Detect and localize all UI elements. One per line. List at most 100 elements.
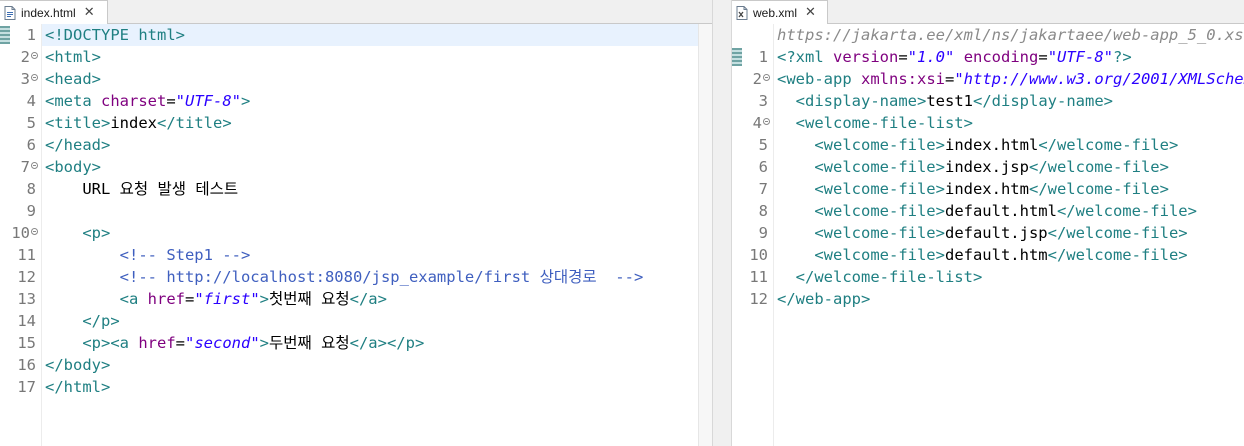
code-line-6[interactable]: 6 <welcome-file>index.jsp</welcome-file> (732, 156, 1244, 178)
line-number: 13 (17, 290, 36, 308)
code-line-2[interactable]: 2 <html> (0, 46, 698, 68)
code-line-14[interactable]: 14 </p> (0, 310, 698, 332)
tab-label: index.html (21, 5, 76, 20)
line-number: 12 (17, 268, 36, 286)
html-file-icon (4, 5, 16, 20)
code-token: <title> (45, 114, 111, 132)
code-line-8[interactable]: 8 URL 요청 발생 테스트 (0, 178, 698, 200)
code-line-10[interactable]: 10 <welcome-file>default.htm</welcome-fi… (732, 244, 1244, 266)
code-line-7[interactable]: 7 <welcome-file>index.htm</welcome-file> (732, 178, 1244, 200)
code-text: <meta charset="UTF-8"> (45, 90, 250, 112)
code-line-1[interactable]: 1 <!DOCTYPE html> (0, 24, 698, 46)
tab-index-html[interactable]: index.html ✕ (0, 0, 108, 24)
code-token: index (110, 114, 157, 132)
code-token: test1 (926, 92, 973, 110)
code-line-13[interactable]: 13 <a href="first">첫번째 요청</a> (0, 288, 698, 310)
code-token: </welcome-file> (1028, 180, 1169, 198)
code-line-10[interactable]: 10 <p> (0, 222, 698, 244)
code-token: <body> (45, 158, 101, 176)
code-line-9[interactable]: 9 <welcome-file>default.jsp</welcome-fil… (732, 222, 1244, 244)
code-line-5[interactable]: 5 <welcome-file>index.html</welcome-file… (732, 134, 1244, 156)
code-token: > (259, 290, 269, 308)
code-line-2[interactable]: 2 <web-app xmlns:xsi="http://www.w3.org/2… (732, 68, 1244, 90)
fold-minus-icon[interactable] (31, 228, 38, 235)
code-token: default.html (944, 202, 1057, 220)
code-text: <welcome-file>index.htm</welcome-file> (777, 178, 1169, 200)
code-token: <p> (82, 224, 111, 242)
code-line-4[interactable]: 4 <welcome-file-list> (732, 112, 1244, 134)
pane-splitter[interactable] (712, 0, 732, 446)
code-token: <welcome-file> (814, 202, 945, 220)
code-token: "second" (185, 334, 260, 352)
code-line-12[interactable]: 12 <!-- http://localhost:8080/jsp_exampl… (0, 266, 698, 288)
code-line-8[interactable]: 8 <welcome-file>default.html</welcome-fi… (732, 200, 1244, 222)
code-token: "http://www.w3.org/2001/XMLSchema-instan… (954, 70, 1244, 88)
fold-minus-icon[interactable] (763, 74, 770, 81)
code-token: "first" (194, 290, 260, 308)
code-line-3[interactable]: 3 <head> (0, 68, 698, 90)
code-token: ?> (1113, 48, 1132, 66)
code-line-16[interactable]: 16 </body> (0, 354, 698, 376)
code-editor-index-html[interactable]: 1 <!DOCTYPE html> 2 <html> 3 <head> 4 <meta cha… (0, 24, 698, 446)
vertical-scrollbar[interactable] (698, 24, 712, 446)
line-number: 2 (752, 70, 762, 88)
code-token: href (138, 334, 176, 352)
code-token: default.jsp (944, 224, 1048, 242)
code-token: <welcome-file> (814, 158, 945, 176)
code-token: = (166, 92, 176, 110)
code-line-15[interactable]: 15 <p><a href="second">두번째 요청</a></p> (0, 332, 698, 354)
code-token: </html> (45, 378, 111, 396)
code-token: "UTF-8" (175, 92, 241, 110)
code-token: default.htm (944, 246, 1048, 264)
code-line-6[interactable]: 6 </head> (0, 134, 698, 156)
code-token: </head> (45, 136, 111, 154)
code-token: </a></p> (349, 334, 425, 352)
code-text: </head> (45, 134, 110, 156)
code-line-overflow[interactable]: https://jakarta.ee/xml/ns/jakartaee/web-… (732, 24, 1244, 46)
code-token: </welcome-file> (1047, 246, 1188, 264)
tab-web-xml[interactable]: web.xml ✕ (732, 0, 828, 24)
code-text: <p> (45, 222, 110, 244)
code-token: <welcome-file-list> (795, 114, 973, 132)
close-icon[interactable]: ✕ (805, 5, 816, 20)
fold-minus-icon[interactable] (31, 52, 38, 59)
line-number: 15 (17, 334, 36, 352)
code-line-4[interactable]: 4 <meta charset="UTF-8"> (0, 90, 698, 112)
code-line-11[interactable]: 11 </welcome-file-list> (732, 266, 1244, 288)
code-token: <?xml (777, 48, 833, 66)
fold-minus-icon[interactable] (31, 74, 38, 81)
code-text: <a href="first">첫번째 요청</a> (45, 288, 387, 310)
code-token: 두번째 요청 (269, 334, 350, 352)
line-number: 8 (758, 202, 768, 220)
line-number: 1 (758, 48, 768, 66)
code-line-12[interactable]: 12 </web-app> (732, 288, 1244, 310)
line-number: 6 (758, 158, 768, 176)
code-token: = (1038, 48, 1048, 66)
line-number: 14 (17, 312, 36, 330)
code-text: <welcome-file>default.jsp</welcome-file> (777, 222, 1187, 244)
right-editor-pane: web.xml ✕ https://jakarta.ee/xml/ns/jaka… (732, 0, 1244, 446)
code-line-5[interactable]: 5 <title>index</title> (0, 112, 698, 134)
code-line-17[interactable]: 17 </html> (0, 376, 698, 398)
code-line-1[interactable]: 1 <?xml version="1.0" encoding="UTF-8"?> (732, 46, 1244, 68)
line-number: 4 (26, 92, 36, 110)
code-line-11[interactable]: 11 <!-- Step1 --> (0, 244, 698, 266)
code-text: </html> (45, 376, 110, 398)
code-token: </welcome-file-list> (795, 268, 983, 286)
code-token: index.html (944, 136, 1039, 154)
code-text: <html> (45, 46, 101, 68)
code-editor-web-xml[interactable]: https://jakarta.ee/xml/ns/jakartaee/web-… (732, 24, 1244, 446)
code-token: <welcome-file> (814, 224, 945, 242)
code-token: <web-app (777, 70, 861, 88)
fold-minus-icon[interactable] (763, 118, 770, 125)
code-token: </welcome-file> (1038, 136, 1179, 154)
code-line-7[interactable]: 7 <body> (0, 156, 698, 178)
code-line-9[interactable]: 9 (0, 200, 698, 222)
fold-minus-icon[interactable] (31, 162, 38, 169)
close-icon[interactable]: ✕ (84, 5, 95, 20)
code-token: <meta (45, 92, 101, 110)
code-line-3[interactable]: 3 <display-name>test1</display-name> (732, 90, 1244, 112)
